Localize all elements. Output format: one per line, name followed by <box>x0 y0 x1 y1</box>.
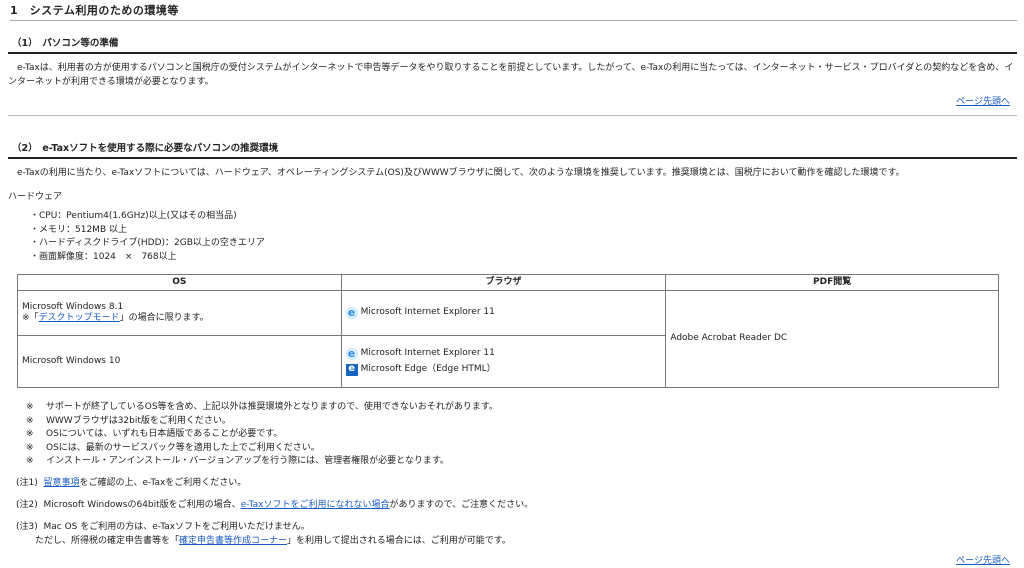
footnote-text: 」を利用して提出される場合には、ご利用が可能です。 <box>287 536 511 546</box>
note-text: サポートが終了しているOS等を含め、上記以外は推奨環境外となりますので、使用でき… <box>46 402 498 412</box>
os-cell-win81: Microsoft Windows 8.1 ※「デスクトップモード」の場合に限り… <box>17 290 342 336</box>
notes-list: ※ サポートが終了しているOS等を含め、上記以外は推奨環境外となりますので、使用で… <box>26 402 498 470</box>
browser-entry: e Microsoft Internet Explorer 11 <box>345 305 662 321</box>
notes-link[interactable]: 留意事項 <box>43 478 79 488</box>
section-divider <box>8 115 1017 116</box>
os-cell-win10: Microsoft Windows 10 <box>17 335 342 388</box>
hardware-item-resolution: ・画面解像度：1024 × 768以上 <box>30 251 177 262</box>
title-divider <box>10 20 1017 21</box>
note-item: ※ インストール・アンインストール・バージョンアップを行う際には、管理者権限が必要… <box>26 456 498 470</box>
footnote-label: (注2) <box>16 500 38 510</box>
note-text: OSには、最新のサービスパック等を適用した上でご利用ください。 <box>46 442 320 453</box>
edge-icon: e <box>345 363 358 376</box>
hardware-list: ・CPU：Pentium4(1.6GHz)以上(又はその相当品) ・メモリ：51… <box>30 211 265 265</box>
note-text: OSについては、いずれも日本語版であることが必要です。 <box>46 429 283 439</box>
browser-cell-win81: e Microsoft Internet Explorer 11 <box>340 290 667 336</box>
note-item: ※ WWWブラウザは32bit版をご利用ください。 <box>26 416 498 430</box>
browser-entry: e Microsoft Edge（Edge HTML） <box>345 362 662 378</box>
os-name: Microsoft Windows 8.1 <box>22 301 124 312</box>
footnote-1: (注1) 留意事項をご確認の上、e-Taxをご利用ください。 <box>16 478 246 489</box>
footnote-2: (注2) Microsoft Windowsの64bit版をご利用の場合、e-T… <box>16 500 533 511</box>
page-top-link[interactable]: ページ先頭へ <box>956 556 1010 567</box>
footnote-text: がありますので、ご注意ください。 <box>389 500 534 510</box>
internet-explorer-icon: e <box>345 306 358 319</box>
note-item: ※ OSには、最新のサービスパック等を適用した上でご利用ください。 <box>26 443 498 457</box>
column-header-os: OS <box>17 274 342 291</box>
footnote-3: (注3) Mac OS をご利用の方は、e-Taxソフトをご利用いただけません。 <box>16 522 310 533</box>
table-header-row: OS ブラウザ PDF閲覧 <box>17 274 999 291</box>
internet-explorer-icon: e <box>345 347 358 360</box>
os-note: ※「デスクトップモード」の場合に限ります。 <box>22 313 337 324</box>
note-item: ※ サポートが終了しているOS等を含め、上記以外は推奨環境外となりますので、使用で… <box>26 402 498 416</box>
footnote-label: (注3) <box>16 522 38 532</box>
section-heading-rule <box>8 52 1017 54</box>
hardware-label: ハードウェア <box>8 192 63 202</box>
browser-entry: e Microsoft Internet Explorer 11 <box>345 346 662 362</box>
footnote-text: ただし、所得税の確定申告書等を「 <box>35 536 180 546</box>
note-text: インストール・アンインストール・バージョンアップを行う際には、管理者権限が必要と… <box>46 456 449 466</box>
environment-table: OS ブラウザ PDF閲覧 Microsoft Windows 8.1 ※「デス… <box>17 274 999 388</box>
footnote-text: をご確認の上、e-Taxをご利用ください。 <box>79 478 247 488</box>
page-title: 1 システム利用のための環境等 <box>10 4 179 17</box>
browser-cell-win10: e Microsoft Internet Explorer 11 e Microso… <box>340 335 667 388</box>
unsupported-case-link[interactable]: e-Taxソフトをご利用になれない場合 <box>241 500 390 510</box>
footnote-text: Microsoft Windowsの64bit版をご利用の場合、 <box>43 500 241 510</box>
footnote-label: (注1) <box>16 478 38 488</box>
note-mark: ※ <box>26 415 34 426</box>
footnote-3-continued: ただし、所得税の確定申告書等を「確定申告書等作成コーナー」を利用して提出される場… <box>35 536 511 547</box>
note-mark: ※ <box>26 456 34 466</box>
note-mark: ※ <box>26 442 34 453</box>
tax-return-corner-link[interactable]: 確定申告書等作成コーナー <box>179 536 287 546</box>
browser-name: Microsoft Internet Explorer 11 <box>360 307 495 318</box>
hardware-item-memory: ・メモリ：512MB 以上 <box>30 224 127 235</box>
section-heading-rule <box>8 157 1017 159</box>
pdf-cell: Adobe Acrobat Reader DC <box>665 290 999 388</box>
column-header-pdf: PDF閲覧 <box>665 274 999 291</box>
hardware-item-cpu: ・CPU：Pentium4(1.6GHz)以上(又はその相当品) <box>30 211 237 221</box>
section-heading-recommended-environment: （2） e-Taxソフトを使用する際に必要なパソコンの推奨環境 <box>12 143 279 154</box>
table-row: Microsoft Windows 8.1 ※「デスクトップモード」の場合に限り… <box>17 290 999 388</box>
os-note-suffix: 」の場合に限ります。 <box>119 313 209 323</box>
note-text: WWWブラウザは32bit版をご利用ください。 <box>46 415 231 426</box>
hardware-item-hdd: ・ハードディスクドライブ(HDD)：2GB以上の空きエリア <box>30 238 265 248</box>
column-header-browser: ブラウザ <box>340 274 667 291</box>
recommended-environment-text: e-Taxの利用に当たり、e-Taxソフトについては、ハードウェア、オペレーティ… <box>17 168 905 178</box>
pc-preparation-text: e-Taxは、利用者の方が使用するパソコンと国税庁の受付システムがインターネット… <box>8 63 1014 87</box>
desktop-mode-link[interactable]: デスクトップモード <box>39 313 120 323</box>
note-mark: ※ <box>26 429 34 439</box>
browser-name: Microsoft Edge（Edge HTML） <box>360 363 496 374</box>
os-note-prefix: ※「 <box>22 313 39 323</box>
browser-name: Microsoft Internet Explorer 11 <box>360 347 495 358</box>
note-item: ※ OSについては、いずれも日本語版であることが必要です。 <box>26 429 498 443</box>
page-top-link[interactable]: ページ先頭へ <box>956 97 1010 108</box>
footnote-text: Mac OS をご利用の方は、e-Taxソフトをご利用いただけません。 <box>43 522 310 532</box>
section-heading-pc-preparation: （1） パソコン等の準備 <box>12 38 119 49</box>
note-mark: ※ <box>26 402 34 412</box>
